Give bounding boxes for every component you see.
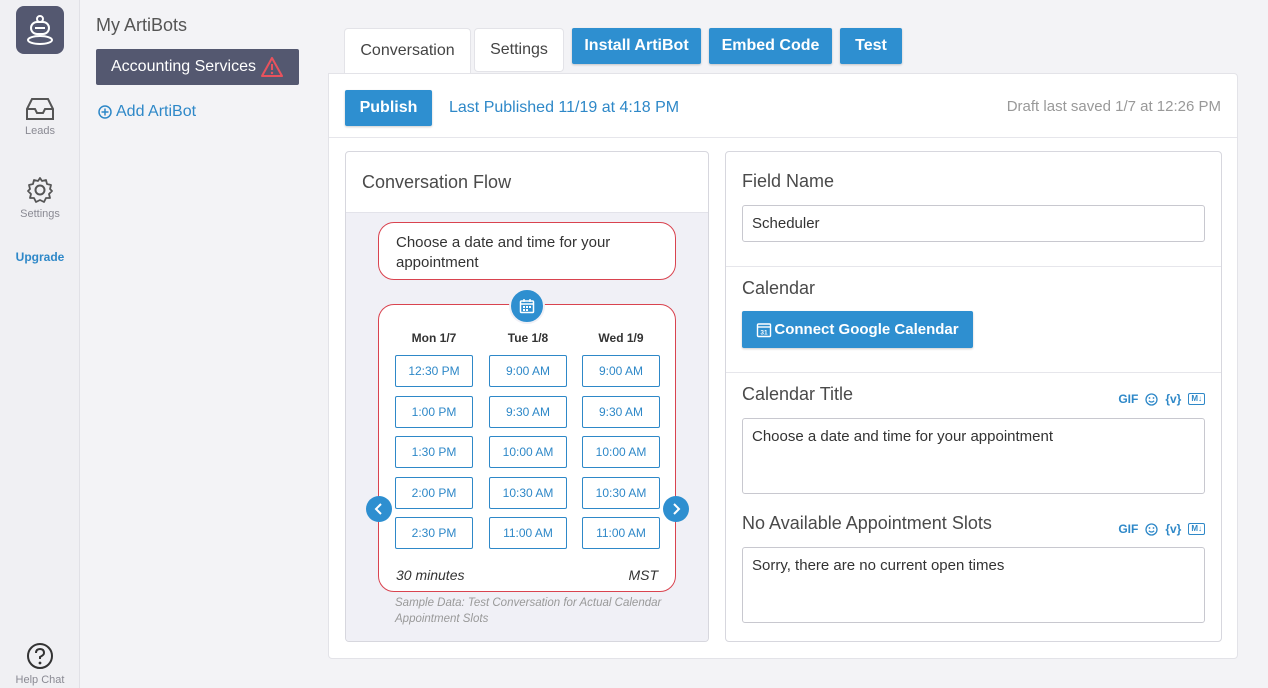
gif-button[interactable]: GIF	[1118, 392, 1138, 406]
left-rail: Leads Settings Upgrade Help Chat	[0, 0, 80, 688]
time-slot[interactable]: 1:30 PM	[395, 436, 473, 468]
markdown-button[interactable]: M↓	[1188, 393, 1205, 405]
publish-bar: Publish Last Published 11/19 at 4:18 PM …	[329, 74, 1237, 138]
help-chat-label: Help Chat	[15, 674, 65, 686]
add-artibot-label: Add ArtiBot	[116, 103, 197, 120]
warning-icon	[261, 57, 283, 77]
tab-settings[interactable]: Settings	[474, 28, 564, 72]
divider	[726, 372, 1221, 373]
calendar-title-toolbar: GIF {v} M↓	[1118, 392, 1205, 406]
time-slot[interactable]: 10:00 AM	[582, 436, 660, 468]
install-artibot-button[interactable]: Install ArtiBot	[572, 28, 701, 64]
time-slot[interactable]: 10:30 AM	[489, 476, 567, 509]
markdown-button[interactable]: M↓	[1188, 523, 1205, 535]
day-header: Wed 1/9	[598, 331, 644, 345]
day-column: Mon 1/7 12:30 PM 1:00 PM 1:30 PM 2:00 PM…	[395, 331, 473, 558]
time-slot[interactable]: 9:30 AM	[489, 395, 567, 428]
connect-google-calendar-label: Connect Google Calendar	[774, 321, 959, 338]
connect-google-calendar-button[interactable]: 31 Connect Google Calendar	[742, 311, 973, 348]
calendar-card[interactable]: Mon 1/7 12:30 PM 1:00 PM 1:30 PM 2:00 PM…	[378, 304, 676, 592]
time-slot[interactable]: 2:30 PM	[395, 517, 473, 549]
sample-data-note: Sample Data: Test Conversation for Actua…	[395, 597, 662, 625]
field-settings-card: Field Name Scheduler Calendar 31 Connect…	[725, 151, 1222, 642]
calendar-title-input[interactable]: Choose a date and time for your appointm…	[742, 418, 1205, 494]
divider	[726, 266, 1221, 267]
bots-column: My ArtiBots Accounting Services Add Arti…	[80, 0, 310, 688]
time-slot[interactable]: 2:00 PM	[395, 476, 473, 509]
time-slot[interactable]: 10:30 AM	[582, 476, 660, 509]
time-slot[interactable]: 12:30 PM	[395, 355, 473, 387]
duration-label: 30 minutes	[396, 567, 465, 583]
chevron-right-icon[interactable]	[663, 496, 689, 522]
no-slots-input[interactable]: Sorry, there are no current open times	[742, 547, 1205, 623]
help-chat[interactable]: Help Chat	[0, 642, 80, 686]
day-column: Tue 1/8 9:00 AM 9:30 AM 10:00 AM 10:30 A…	[489, 331, 567, 558]
time-slot[interactable]: 10:00 AM	[489, 436, 567, 468]
artibot-logo-icon[interactable]	[16, 6, 64, 54]
last-published-link[interactable]: Last Published 11/19 at 4:18 PM	[449, 99, 679, 117]
no-slots-toolbar: GIF {v} M↓	[1118, 522, 1205, 536]
day-header: Tue 1/8	[507, 331, 549, 345]
upgrade-link[interactable]: Upgrade	[0, 250, 80, 264]
variable-button[interactable]: {v}	[1165, 522, 1181, 536]
bot-item-label: Accounting Services	[111, 58, 256, 75]
nav-settings[interactable]: Settings	[0, 176, 80, 220]
flow-body: Choose a date and time for your appointm…	[346, 212, 708, 641]
main-panel: Publish Last Published 11/19 at 4:18 PM …	[328, 73, 1238, 659]
bot-item-accounting[interactable]: Accounting Services	[96, 49, 299, 85]
flow-title: Conversation Flow	[362, 172, 512, 192]
calendar-icon	[509, 288, 545, 324]
variable-button[interactable]: {v}	[1165, 392, 1181, 406]
calendar-title-label: Calendar Title	[742, 384, 854, 404]
gear-icon	[27, 177, 53, 203]
day-column: Wed 1/9 9:00 AM 9:30 AM 10:00 AM 10:30 A…	[582, 331, 660, 558]
field-name-input[interactable]: Scheduler	[742, 205, 1205, 242]
chevron-left-icon[interactable]	[366, 496, 392, 522]
calendar-label: Calendar	[742, 278, 816, 298]
test-button[interactable]: Test	[840, 28, 902, 64]
help-icon	[27, 643, 53, 669]
day-header: Mon 1/7	[411, 331, 457, 345]
no-slots-label: No Available Appointment Slots	[742, 513, 992, 533]
conversation-flow-card: Conversation Flow Choose a date and time…	[345, 151, 709, 642]
emoji-icon[interactable]	[1145, 392, 1158, 406]
emoji-icon[interactable]	[1145, 522, 1158, 536]
bots-title: My ArtiBots	[96, 15, 188, 35]
nav-leads-label: Leads	[25, 125, 55, 137]
tab-conversation[interactable]: Conversation	[344, 28, 471, 73]
google-calendar-icon: 31	[757, 322, 772, 337]
nav-settings-label: Settings	[20, 208, 60, 220]
time-slot[interactable]: 11:00 AM	[489, 517, 567, 549]
draft-saved-status: Draft last saved 1/7 at 12:26 PM	[1006, 98, 1221, 115]
time-slot[interactable]: 11:00 AM	[582, 517, 660, 549]
publish-button[interactable]: Publish	[345, 90, 432, 126]
plus-circle-icon	[98, 105, 112, 119]
add-artibot-button[interactable]: Add ArtiBot	[98, 103, 196, 121]
time-slot[interactable]: 9:00 AM	[489, 355, 567, 387]
bot-message-bubble[interactable]: Choose a date and time for your appointm…	[378, 222, 676, 280]
inbox-icon	[26, 98, 54, 120]
field-name-label: Field Name	[742, 171, 835, 191]
nav-leads[interactable]: Leads	[0, 97, 80, 137]
gif-button[interactable]: GIF	[1118, 522, 1138, 536]
time-slot[interactable]: 1:00 PM	[395, 395, 473, 428]
embed-code-button[interactable]: Embed Code	[709, 28, 832, 64]
time-slot[interactable]: 9:00 AM	[582, 355, 660, 387]
time-slot[interactable]: 9:30 AM	[582, 395, 660, 428]
svg-text:31: 31	[761, 329, 769, 336]
timezone-label: MST	[628, 567, 658, 583]
